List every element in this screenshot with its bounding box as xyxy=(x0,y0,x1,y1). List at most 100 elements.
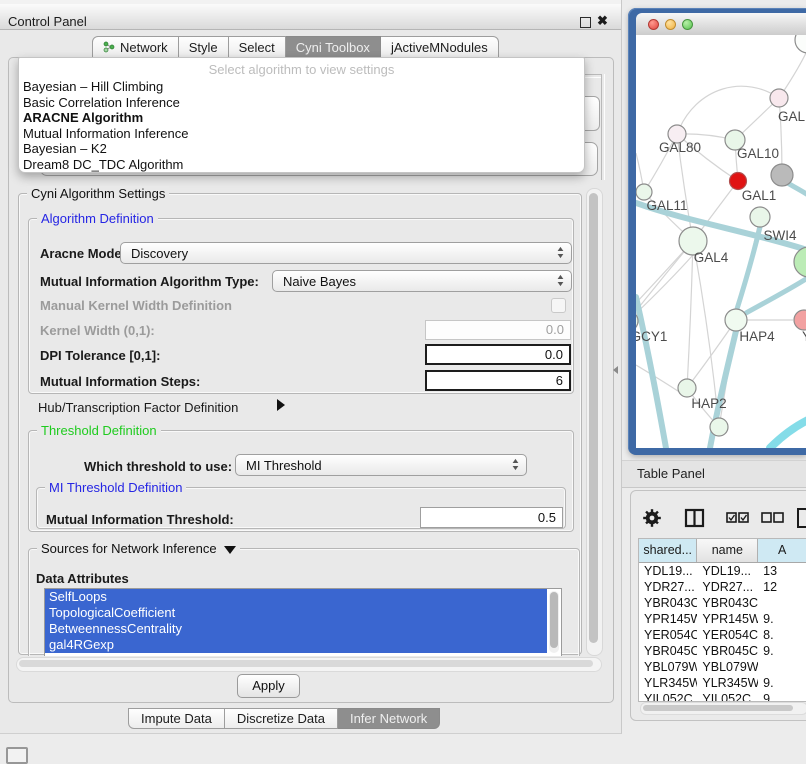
network-node-gal1[interactable] xyxy=(730,173,747,190)
settings-horizontal-scrollbar[interactable] xyxy=(16,657,602,672)
tab-jactivemnodules[interactable]: jActiveMNodules xyxy=(381,36,499,58)
table-row[interactable]: YDR27...YDR27...12 xyxy=(639,579,806,595)
mi-threshold-field[interactable]: 0.5 xyxy=(420,507,563,528)
algorithm-popup-list: Bayesian – Hill ClimbingBasic Correlatio… xyxy=(23,79,579,172)
data-attributes-list[interactable]: SelfLoopsTopologicalCoefficientBetweenne… xyxy=(44,588,562,656)
table-row[interactable]: YER054CYER054C8. xyxy=(639,627,806,643)
column-header-shared-name[interactable]: shared... xyxy=(639,539,697,562)
network-node[interactable] xyxy=(710,418,728,436)
manual-kernel-checkbox[interactable] xyxy=(551,298,566,313)
node-table[interactable]: shared... name A YDL19...YDL19...13YDR27… xyxy=(638,538,806,702)
table-row[interactable]: YLR345WYLR345W9. xyxy=(639,675,806,691)
kernel-width-field[interactable]: 0.0 xyxy=(425,320,571,340)
node-label: GAL10 xyxy=(737,146,779,161)
table-cell: YER054C xyxy=(639,627,697,643)
algorithm-option[interactable]: Bayesian – K2 xyxy=(23,141,579,157)
table-cell: YDL19... xyxy=(697,563,758,579)
table-cell: YBL079W xyxy=(697,659,758,675)
algorithm-option[interactable]: ARACNE Algorithm xyxy=(23,110,579,126)
close-traffic-light-icon[interactable] xyxy=(648,19,659,30)
table-row[interactable]: YPR145WYPR145W9. xyxy=(639,611,806,627)
table-cell: YBR045C xyxy=(697,643,758,659)
attribute-item[interactable]: gal4RGexp xyxy=(45,637,547,653)
table-row[interactable]: YBR045CYBR045C9. xyxy=(639,643,806,659)
column-header-name[interactable]: name xyxy=(697,539,758,562)
algorithm-option[interactable]: Mutual Information Inference xyxy=(23,126,579,142)
dpi-tolerance-label: DPI Tolerance [0,1]: xyxy=(40,348,160,363)
table-cell: YDR27... xyxy=(697,579,758,595)
splitter-collapse-arrow[interactable] xyxy=(613,366,618,374)
tab-cyni-toolbox[interactable]: Cyni Toolbox xyxy=(286,36,381,58)
threshold-definition-title: Threshold Definition xyxy=(37,423,161,438)
mi-threshold-label: Mutual Information Threshold: xyxy=(46,512,234,527)
scrollbar-thumb[interactable] xyxy=(19,660,593,667)
algorithm-option[interactable]: Bayesian – Hill Climbing xyxy=(23,79,579,95)
scrollbar-thumb[interactable] xyxy=(589,193,598,643)
control-panel-titlebar[interactable]: Control Panel ✖ xyxy=(0,4,621,30)
attribute-item[interactable]: TopologicalCoefficient xyxy=(45,605,547,621)
network-node-hap4[interactable] xyxy=(725,309,747,331)
network-canvas[interactable]: GALGAL80GAL10GAL1GAL11SWI4GAL4GCY1HAP4YH… xyxy=(636,35,806,448)
network-node[interactable] xyxy=(794,247,806,277)
table-row[interactable]: YIL052CYIL052C9 xyxy=(639,691,806,702)
network-node[interactable] xyxy=(771,164,793,186)
control-panel-window: Control Panel ✖ Network Style Select Cyn… xyxy=(0,0,622,734)
table-cell: YER054C xyxy=(697,627,758,643)
settings-vertical-scrollbar[interactable] xyxy=(586,188,603,656)
column-header-clipped[interactable]: A xyxy=(758,539,806,562)
minimize-traffic-light-icon[interactable] xyxy=(665,19,676,30)
sources-group-title: Sources for Network Inference xyxy=(37,541,240,556)
algorithm-option[interactable]: Dream8 DC_TDC Algorithm xyxy=(23,157,579,173)
network-node-gal[interactable] xyxy=(770,89,788,107)
tab-discretize-data[interactable]: Discretize Data xyxy=(225,708,338,729)
close-icon[interactable]: ✖ xyxy=(597,13,608,29)
network-node-y[interactable] xyxy=(794,310,806,330)
table-row[interactable]: YBL079WYBL079W xyxy=(639,659,806,675)
control-panel-title: Control Panel xyxy=(8,14,87,29)
table-cell: YLR345W xyxy=(639,675,697,691)
scrollbar-thumb[interactable] xyxy=(643,705,793,711)
updown-arrows-icon: ▲▼ xyxy=(553,246,568,261)
table-row[interactable]: YBR043CYBR043C xyxy=(639,595,806,611)
tab-select[interactable]: Select xyxy=(229,36,286,58)
hub-section-label[interactable]: Hub/Transcription Factor Definition xyxy=(38,400,238,415)
minimized-panel-icon[interactable] xyxy=(6,747,28,764)
attribute-item[interactable]: BetweennessCentrality xyxy=(45,621,547,637)
table-row[interactable]: YDL19...YDL19...13 xyxy=(639,563,806,579)
mi-type-combobox[interactable]: Naive Bayes ▲▼ xyxy=(272,270,572,292)
expand-arrow-icon[interactable] xyxy=(277,399,285,411)
network-node[interactable] xyxy=(795,35,806,53)
network-node-swi4[interactable] xyxy=(750,207,770,227)
table-body: YDL19...YDL19...13YDR27...YDR27...12YBR0… xyxy=(639,563,806,702)
scrollbar-thumb[interactable] xyxy=(550,592,558,648)
split-columns-icon[interactable] xyxy=(686,510,703,526)
float-window-icon[interactable] xyxy=(580,17,591,28)
table-cell: YDR27... xyxy=(639,579,697,595)
tab-style-label: Style xyxy=(189,40,218,55)
collapse-arrow-icon[interactable] xyxy=(224,546,236,554)
which-threshold-combobox[interactable]: MI Threshold ▲▼ xyxy=(235,454,527,476)
algorithm-option[interactable]: Basic Correlation Inference xyxy=(23,95,579,111)
attributes-scrollbar[interactable] xyxy=(549,591,559,653)
tab-infer-network[interactable]: Infer Network xyxy=(338,708,440,729)
attribute-item[interactable]: SelfLoops xyxy=(45,589,547,605)
tab-style[interactable]: Style xyxy=(179,36,229,58)
dpi-tolerance-field[interactable]: 0.0 xyxy=(425,344,571,365)
network-icon xyxy=(103,41,115,53)
deselect-all-checkboxes-icon[interactable] xyxy=(762,513,783,522)
gear-icon[interactable] xyxy=(643,509,661,527)
mi-steps-field[interactable]: 6 xyxy=(425,370,571,391)
table-horizontal-scrollbar[interactable] xyxy=(640,702,806,715)
apply-button[interactable]: Apply xyxy=(237,674,300,698)
manual-kernel-label: Manual Kernel Width Definition xyxy=(40,298,232,313)
select-all-checkboxes-icon[interactable] xyxy=(727,513,748,522)
network-window-titlebar[interactable] xyxy=(636,13,806,36)
network-node-hap2[interactable] xyxy=(678,379,696,397)
tab-network[interactable]: Network xyxy=(92,36,179,58)
tab-impute-data[interactable]: Impute Data xyxy=(128,708,225,729)
aracne-mode-combobox[interactable]: Discovery ▲▼ xyxy=(120,242,572,264)
node-label: HAP4 xyxy=(739,329,775,344)
zoom-traffic-light-icon[interactable] xyxy=(682,19,693,30)
file-icon[interactable] xyxy=(798,509,806,527)
table-toolbar xyxy=(640,503,806,533)
